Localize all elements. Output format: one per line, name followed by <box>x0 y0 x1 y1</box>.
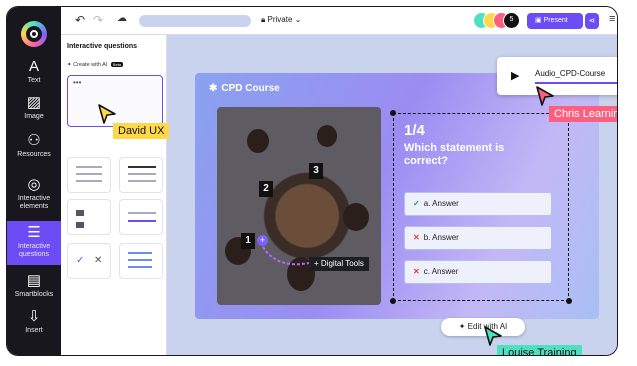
course-title: ✱ CPD Course <box>209 83 280 94</box>
redo-icon[interactable]: ↷ <box>93 13 103 27</box>
lock-icon: 🔒︎ <box>261 15 266 24</box>
answer-option-a[interactable]: ✓ a. Answer <box>404 192 552 216</box>
questions-panel: Interactive questions ✦ Create with AI B… <box>61 35 167 355</box>
present-button[interactable]: ▣ Present <box>527 13 583 29</box>
question-template-true-false[interactable]: ✓ ✕ <box>67 243 111 279</box>
rail-item-label: Text <box>27 77 41 84</box>
share-icon: ⋖ <box>588 16 596 25</box>
question-template-checklist[interactable] <box>67 157 111 193</box>
top-bar: ↶ ↷ ☁ 🔒︎ Private ⌄ 5 ▣ Present ⋖ ≡ <box>61 7 617 35</box>
question-text: Which statement is correct? <box>404 142 505 167</box>
audio-filename: Audio_CPD-Course <box>535 69 606 78</box>
left-rail: A Text ▨ Image ⚇ Resources ◎ Interactive… <box>7 7 61 355</box>
course-title-text: CPD Course <box>221 83 280 94</box>
menu-icon[interactable]: ≡ <box>609 13 615 25</box>
cursor-icon <box>484 326 502 346</box>
smartblocks-icon: ▤ <box>26 272 42 289</box>
rail-item-label: Smartblocks <box>14 291 54 298</box>
rail-item-text[interactable]: A Text <box>7 59 61 85</box>
cursor-icon <box>98 104 116 124</box>
share-button[interactable]: ⋖ <box>585 13 599 29</box>
app-window: A Text ▨ Image ⚇ Resources ◎ Interactive… <box>6 6 618 356</box>
editor-canvas[interactable]: ✱ CPD Course 3 2 1 + + Digital Tools 1/4… <box>167 35 617 355</box>
digital-tools-label: Digital Tools <box>320 259 364 268</box>
text-icon: A <box>28 58 39 75</box>
document-title-field[interactable] <box>139 15 251 27</box>
rail-item-label: Image <box>24 113 44 120</box>
rail-item-smartblocks[interactable]: ▤ Smartblocks <box>7 273 61 299</box>
rail-item-label: Resources <box>17 151 51 158</box>
check-icon: ✓ <box>76 255 85 266</box>
question-frame[interactable]: 1/4 Which statement is correct? ✓ a. Answ… <box>390 110 572 304</box>
digital-tools-tag[interactable]: + Digital Tools <box>309 257 369 271</box>
rail-item-label: Insert <box>25 327 43 334</box>
cursor-icon <box>536 86 554 106</box>
present-label: Present <box>543 17 568 24</box>
insert-icon: ⇩ <box>27 308 41 325</box>
sparkle-icon: ✦ <box>67 62 72 68</box>
question-template-text[interactable] <box>119 157 163 193</box>
cross-icon: ✕ <box>413 267 420 276</box>
cross-icon: ✕ <box>94 255 103 266</box>
audio-progress-bar[interactable] <box>535 82 617 84</box>
answer-label: a. Answer <box>423 199 459 208</box>
connector-line <box>262 246 310 266</box>
rail-item-resources[interactable]: ⚇ Resources <box>7 133 61 159</box>
hotspot-3[interactable]: 3 <box>309 163 323 179</box>
image-icon: ▨ <box>26 94 42 111</box>
question-count: 1/4 <box>404 122 425 139</box>
rail-item-insert[interactable]: ⇩ Insert <box>7 309 61 335</box>
collaborator-label-chris: Chris Learning <box>549 106 617 122</box>
interactive-questions-icon: ☰ <box>27 224 41 241</box>
present-icon: ▣ <box>535 17 542 24</box>
undo-icon[interactable]: ↶ <box>75 13 85 27</box>
rail-item-label: Interactive questions <box>17 243 51 258</box>
create-with-ai-button[interactable]: ✦ Create with AI Beta <box>67 62 124 68</box>
resources-icon: ⚇ <box>27 132 41 149</box>
answer-option-c[interactable]: ✕ c. Answer <box>404 260 552 284</box>
asterisk-icon: ✱ <box>209 83 218 94</box>
collaborator-label-david: David UX <box>113 123 170 139</box>
collaborator-label-louise: Louise Training <box>497 345 582 355</box>
avatar-count: 5 <box>503 12 520 29</box>
answer-option-b[interactable]: ✕ b. Answer <box>404 226 552 250</box>
answer-label: c. Answer <box>423 267 459 276</box>
visibility-label: Private <box>267 15 293 24</box>
meeting-photo[interactable]: 3 2 1 + + Digital Tools <box>217 107 381 305</box>
cross-icon: ✕ <box>413 233 420 242</box>
visibility-dropdown[interactable]: 🔒︎ Private ⌄ <box>261 15 301 25</box>
interactive-elements-icon: ◎ <box>27 176 41 193</box>
app-logo-icon[interactable] <box>21 21 47 47</box>
hotspot-2[interactable]: 2 <box>259 181 273 197</box>
chevron-down-icon: ⌄ <box>294 15 302 24</box>
prompt-value: ••• <box>73 78 82 87</box>
rail-item-image[interactable]: ▨ Image <box>7 95 61 121</box>
create-with-ai-label: Create with AI <box>73 62 108 68</box>
rail-item-interactive-questions[interactable]: ☰ Interactive questions <box>7 221 61 265</box>
question-template-image-grid[interactable] <box>67 199 111 235</box>
check-icon: ✓ <box>413 199 420 208</box>
beta-badge: Beta <box>110 62 124 67</box>
plus-icon: + <box>314 259 319 268</box>
answer-label: b. Answer <box>423 233 459 242</box>
play-icon[interactable]: ▶ <box>511 69 519 82</box>
question-template-slider[interactable] <box>119 199 163 235</box>
rail-item-interactive-elements[interactable]: ◎ Interactive elements <box>7 177 61 211</box>
rail-item-label: Interactive elements <box>17 195 51 210</box>
cloud-icon: ☁ <box>117 13 127 24</box>
sparkle-icon: ✦ <box>458 322 466 331</box>
panel-title: Interactive questions <box>67 43 138 50</box>
course-slide[interactable]: ✱ CPD Course 3 2 1 + + Digital Tools 1/4… <box>195 73 599 319</box>
audio-player[interactable]: ▶ Audio_CPD-Course <box>497 57 617 95</box>
question-template-poll[interactable] <box>119 243 163 279</box>
hotspot-1[interactable]: 1 <box>241 233 255 249</box>
